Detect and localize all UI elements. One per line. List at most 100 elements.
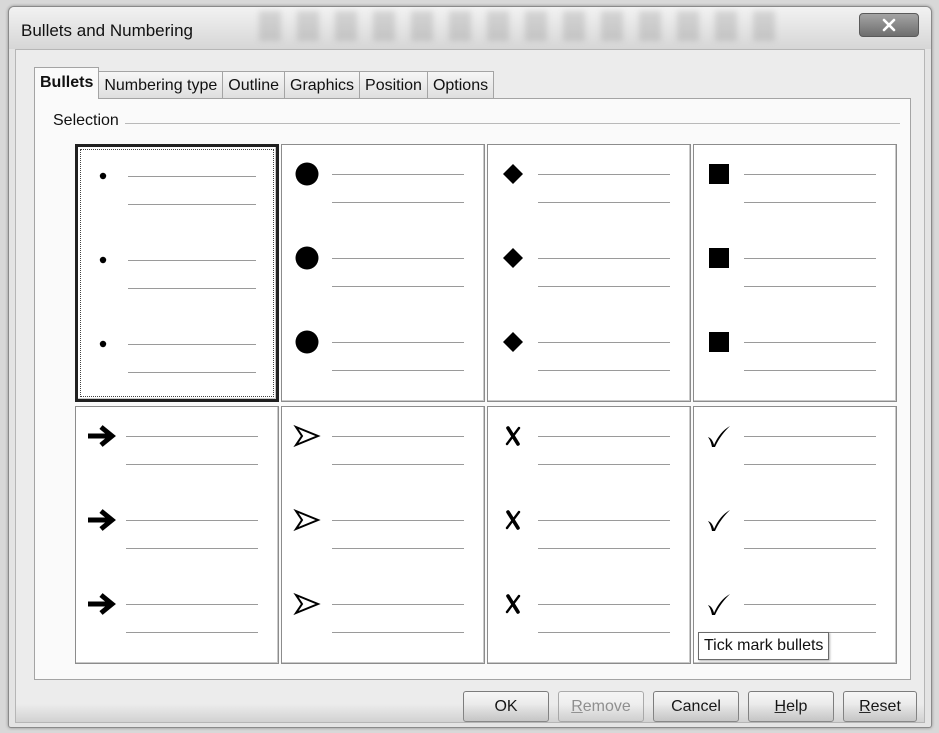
preview-line: [694, 157, 896, 205]
preview-rule: [744, 174, 876, 175]
large-circle-icon: [282, 241, 332, 275]
preview-rule: [128, 204, 256, 205]
preview-rule: [332, 604, 464, 605]
selection-divider: [55, 123, 900, 124]
preview-line: [282, 241, 484, 289]
tab-options[interactable]: Options: [426, 71, 495, 99]
preview-line: [488, 587, 690, 635]
bullet-style-arrowhead[interactable]: [281, 406, 485, 664]
preview-rule: [744, 258, 876, 259]
preview-rule: [126, 632, 258, 633]
bullets-tab-panel: Selection: [34, 98, 911, 680]
selection-label: Selection: [53, 112, 125, 130]
preview-line: [694, 419, 896, 467]
tab-position[interactable]: Position: [359, 71, 428, 99]
cross-mark-icon: [488, 503, 538, 537]
preview-rule: [332, 286, 464, 287]
cross-mark-icon: [488, 587, 538, 621]
small-dot-icon: [78, 159, 128, 193]
dialog-body: Bullets Numbering type Outline Graphics …: [15, 49, 925, 723]
tab-bullets[interactable]: Bullets: [34, 67, 100, 99]
background-blur: [259, 11, 779, 41]
square-icon: [694, 241, 744, 275]
preview-line: [282, 157, 484, 205]
preview-line: [488, 419, 690, 467]
preview-rule: [744, 604, 876, 605]
preview-rule: [538, 370, 670, 371]
preview-rule: [538, 632, 670, 633]
preview-line: [78, 159, 276, 207]
tab-outline[interactable]: Outline: [222, 71, 285, 99]
preview-rule: [744, 286, 876, 287]
preview-line: [488, 325, 690, 373]
close-button[interactable]: [859, 13, 919, 37]
preview-line: [282, 587, 484, 635]
preview-rule: [744, 202, 876, 203]
diamond-icon: [488, 157, 538, 191]
bullet-style-square[interactable]: [693, 144, 897, 402]
arrowhead-icon: [282, 587, 332, 621]
large-circle-icon: [282, 325, 332, 359]
bullet-style-arrow[interactable]: [75, 406, 279, 664]
preview-rule: [126, 436, 258, 437]
tick-mark-icon: [694, 419, 744, 453]
preview-rule: [126, 464, 258, 465]
tab-bar: Bullets Numbering type Outline Graphics …: [34, 67, 495, 99]
arrowhead-icon: [282, 419, 332, 453]
diamond-icon: [488, 325, 538, 359]
tick-mark-icon: [694, 587, 744, 621]
diamond-icon: [488, 241, 538, 275]
bottom-edge: [16, 704, 924, 722]
preview-rule: [538, 464, 670, 465]
preview-rule: [128, 344, 256, 345]
title-bar[interactable]: Bullets and Numbering: [9, 7, 931, 49]
preview-rule: [744, 436, 876, 437]
preview-line: [488, 503, 690, 551]
close-icon: [882, 18, 896, 32]
large-circle-icon: [282, 157, 332, 191]
preview-line: [694, 241, 896, 289]
tab-graphics[interactable]: Graphics: [284, 71, 361, 99]
bullet-style-small-dot[interactable]: [75, 144, 279, 402]
preview-rule: [332, 464, 464, 465]
preview-line: [76, 503, 278, 551]
preview-rule: [744, 548, 876, 549]
preview-line: [488, 241, 690, 289]
cross-mark-icon: [488, 419, 538, 453]
bullet-style-cross-mark[interactable]: [487, 406, 691, 664]
preview-rule: [538, 604, 670, 605]
preview-rule: [332, 548, 464, 549]
arrowhead-icon: [282, 503, 332, 537]
preview-rule: [744, 520, 876, 521]
dialog-title: Bullets and Numbering: [21, 21, 193, 40]
preview-rule: [332, 436, 464, 437]
preview-rule: [332, 174, 464, 175]
preview-rule: [332, 202, 464, 203]
tab-numbering-type[interactable]: Numbering type: [98, 71, 224, 99]
preview-rule: [538, 520, 670, 521]
square-icon: [694, 325, 744, 359]
preview-rule: [538, 286, 670, 287]
preview-rule: [538, 174, 670, 175]
preview-rule: [332, 342, 464, 343]
preview-rule: [744, 342, 876, 343]
preview-rule: [126, 548, 258, 549]
arrow-icon: [76, 419, 126, 453]
preview-rule: [332, 370, 464, 371]
bullet-style-grid: [75, 144, 897, 664]
bullet-style-tick-mark[interactable]: [693, 406, 897, 664]
preview-rule: [126, 520, 258, 521]
preview-line: [282, 419, 484, 467]
small-dot-icon: [78, 327, 128, 361]
preview-rule: [126, 604, 258, 605]
preview-rule: [744, 370, 876, 371]
preview-line: [694, 587, 896, 635]
preview-rule: [538, 548, 670, 549]
preview-rule: [538, 258, 670, 259]
bullet-style-large-circle[interactable]: [281, 144, 485, 402]
tick-mark-icon: [694, 503, 744, 537]
bullet-style-diamond[interactable]: [487, 144, 691, 402]
preview-rule: [538, 342, 670, 343]
preview-rule: [128, 176, 256, 177]
preview-line: [694, 503, 896, 551]
